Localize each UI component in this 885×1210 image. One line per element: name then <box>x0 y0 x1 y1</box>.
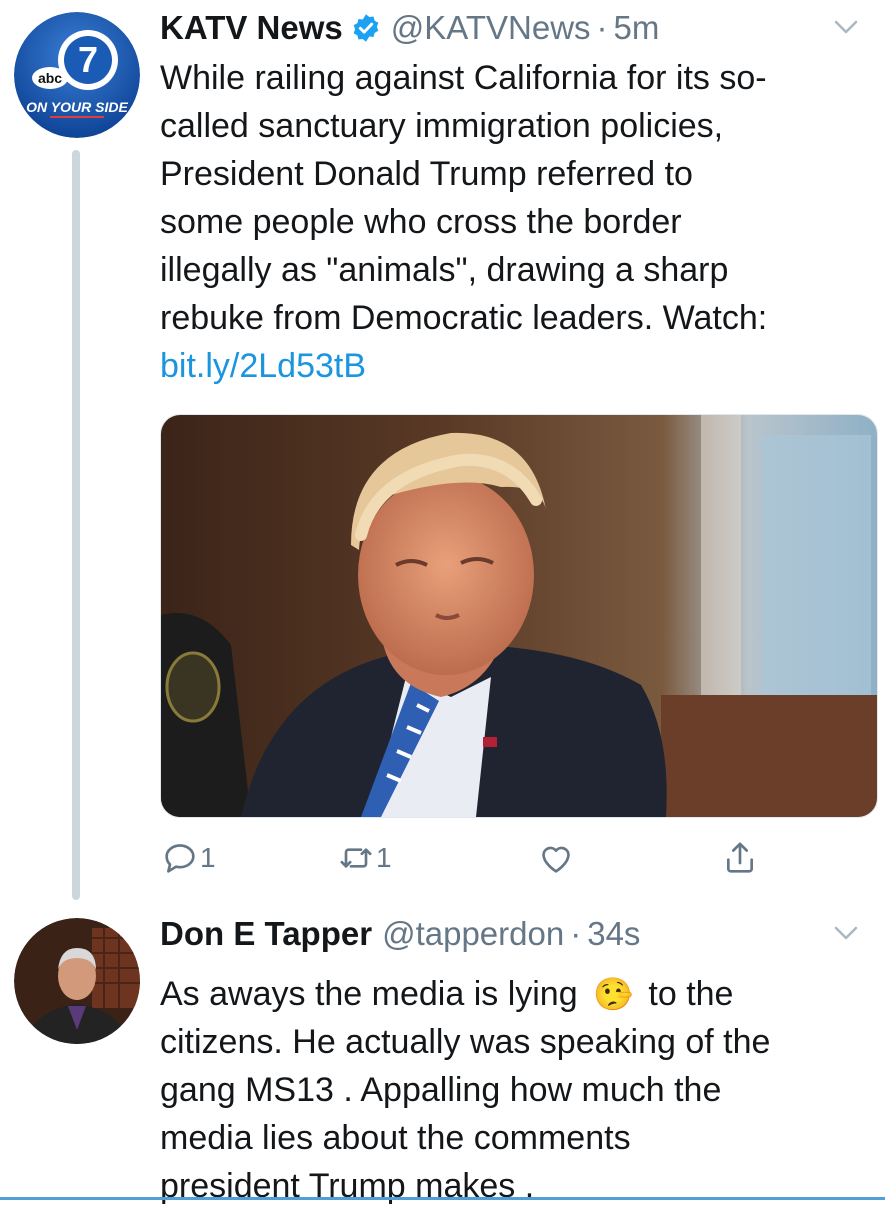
text-line: president Trump makes . <box>160 1167 535 1205</box>
user-handle[interactable]: @tapperdon <box>382 915 564 953</box>
retweet-icon <box>340 848 372 868</box>
share-icon <box>727 842 753 873</box>
text-segment: As aways the media is lying <box>160 975 578 1013</box>
chevron-down-icon[interactable] <box>831 918 861 948</box>
text-line: While railing against California for its… <box>160 59 767 97</box>
text-line: rebuke from Democratic leaders. Watch: <box>160 299 768 337</box>
text-line: called sanctuary immigration policies, <box>160 107 724 145</box>
tweet-actions: 1 1 <box>160 838 872 888</box>
reply-icon <box>165 844 195 873</box>
separator-dot: · <box>596 9 608 46</box>
thread-line <box>72 150 80 900</box>
katv-logo-abc: abc <box>38 70 62 86</box>
text-line: media lies about the comments <box>160 1119 631 1157</box>
reply-button[interactable]: 1 <box>160 838 216 878</box>
reply-count: 1 <box>200 842 216 873</box>
timestamp[interactable]: 34s <box>587 915 640 953</box>
tweet-text: As aways the media is lying 🤥 to the cit… <box>160 970 872 1210</box>
tapperdon-avatar[interactable] <box>14 918 140 1044</box>
text-line: some people who cross the border <box>160 203 682 241</box>
share-button[interactable] <box>720 838 760 878</box>
heart-icon <box>542 846 570 873</box>
tweet-header: Don E Tapper @tapperdon · 34s <box>160 912 861 956</box>
photo-image <box>161 415 877 817</box>
text-line: illegally as "animals", drawing a sharp <box>160 251 729 289</box>
katv-logo-number: 7 <box>78 39 98 80</box>
tweet-link[interactable]: bit.ly/2Ld53tB <box>160 342 872 390</box>
timestamp[interactable]: 5m <box>614 9 660 47</box>
retweet-count: 1 <box>376 842 392 873</box>
lying-face-emoji: 🤥 <box>593 976 633 1012</box>
text-line: As aways the media is lying 🤥 to the <box>160 970 872 1018</box>
display-name[interactable]: KATV News <box>160 9 343 47</box>
tweet-katv[interactable]: 7 abc ON YOUR SIDE KATV News @KATVNews ·… <box>0 0 885 910</box>
retweet-button[interactable]: 1 <box>336 838 392 878</box>
tweet-text: While railing against California for its… <box>160 54 872 390</box>
text-line: President Donald Trump referred to <box>160 155 693 193</box>
tweet-tapperdon[interactable]: Don E Tapper @tapperdon · 34s As aways t… <box>0 910 885 1205</box>
like-button[interactable] <box>536 838 576 878</box>
separator-dot: · <box>570 915 582 952</box>
text-line: citizens. He actually was speaking of th… <box>160 1023 771 1061</box>
text-segment: to the <box>648 975 734 1013</box>
display-name[interactable]: Don E Tapper <box>160 915 372 953</box>
katv-avatar[interactable]: 7 abc ON YOUR SIDE <box>14 12 140 138</box>
chevron-down-icon[interactable] <box>831 12 861 42</box>
katv-logo-tagline: ON YOUR SIDE <box>26 99 128 115</box>
user-handle[interactable]: @KATVNews <box>391 9 591 47</box>
tweet-header: KATV News @KATVNews · 5m <box>160 6 861 50</box>
text-line: gang MS13 . Appalling how much the <box>160 1071 722 1109</box>
verified-badge-icon <box>353 14 379 42</box>
tweet-media-photo[interactable] <box>160 414 878 818</box>
